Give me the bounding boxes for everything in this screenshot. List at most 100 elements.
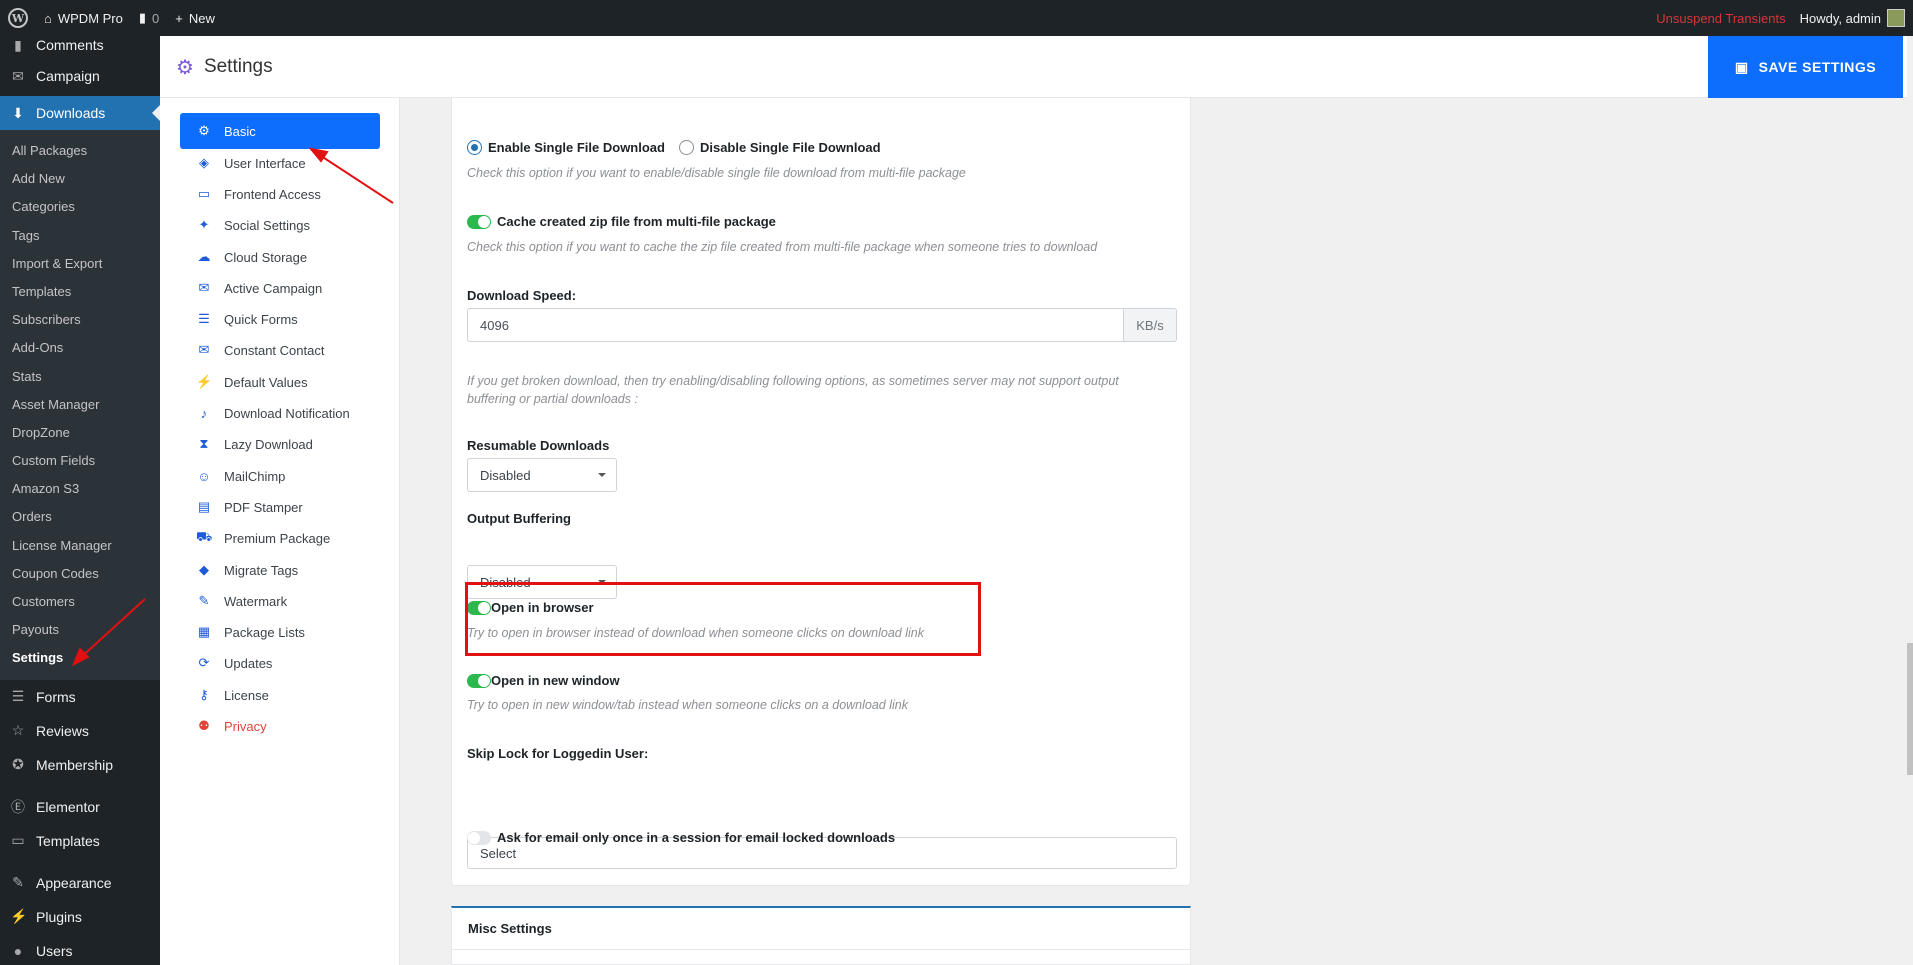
submenu-item-custom-fields[interactable]: Custom Fields: [0, 447, 160, 475]
submenu-item-amazon-s3[interactable]: Amazon S3: [0, 475, 160, 503]
enable-single-file-radio[interactable]: [467, 140, 482, 155]
settings-tab-label: Download Notification: [224, 405, 350, 421]
submenu-item-templates[interactable]: Templates: [0, 278, 160, 306]
badge-icon: ✪: [12, 756, 24, 773]
menu-comments[interactable]: ▮ Comments: [0, 36, 160, 56]
submenu-item-customers[interactable]: Customers: [0, 588, 160, 616]
menu-forms[interactable]: ☰ Forms: [0, 680, 160, 714]
save-settings-button[interactable]: ▣ SAVE SETTINGS: [1708, 36, 1903, 98]
cache-zip-toggle[interactable]: [467, 214, 491, 229]
download-icon: ⬇: [12, 104, 24, 121]
home-icon: ⌂: [44, 10, 52, 26]
page-title: Settings: [203, 56, 273, 77]
elementor-icon: Ⓔ: [11, 798, 25, 815]
disable-single-file-radio[interactable]: [678, 140, 694, 155]
folder-icon: ▭: [11, 832, 25, 849]
menu-elementor[interactable]: Ⓔ Elementor: [0, 790, 160, 824]
key-icon: ⚷: [199, 687, 209, 702]
new-content-link[interactable]: + New: [175, 11, 215, 26]
submenu-item-orders[interactable]: Orders: [0, 503, 160, 531]
open-new-window-toggle[interactable]: [467, 673, 491, 688]
settings-tab-constant-contact[interactable]: ✉ Constant Contact: [180, 332, 380, 368]
submenu-item-dropzone[interactable]: DropZone: [0, 419, 160, 447]
settings-tab-basic[interactable]: ⚙ Basic: [180, 113, 380, 149]
pen-icon: ✎: [198, 593, 210, 608]
submenu-item-add-ons[interactable]: Add-Ons: [0, 334, 160, 362]
menu-templates[interactable]: ▭ Templates: [0, 824, 160, 858]
submenu-item-all-packages[interactable]: All Packages: [0, 137, 160, 165]
menu-reviews[interactable]: ☆ Reviews: [0, 714, 160, 748]
broken-download-hint: If you get broken download, then try ena…: [467, 374, 1119, 406]
cache-zip-hint: Check this option if you want to cache t…: [467, 240, 1098, 254]
forms-icon: ☰: [11, 688, 25, 705]
submenu-item-license-manager[interactable]: License Manager: [0, 532, 160, 560]
settings-tab-label: MailChimp: [224, 468, 286, 484]
account-menu[interactable]: Howdy, admin: [1800, 9, 1905, 27]
single-file-hint: Check this option if you want to enable/…: [467, 166, 966, 180]
settings-tab-updates[interactable]: ⟳ Updates: [180, 645, 380, 681]
submenu-item-categories[interactable]: Categories: [0, 193, 160, 221]
misc-settings-panel: Misc Settings: [451, 906, 1191, 965]
settings-tab-privacy[interactable]: ⚉ Privacy: [180, 708, 380, 744]
submenu-item-subscribers[interactable]: Subscribers: [0, 306, 160, 334]
page-scrollbar[interactable]: [1907, 36, 1913, 965]
download-speed-unit: KB/s: [1124, 308, 1177, 342]
submenu-item-asset-manager[interactable]: Asset Manager: [0, 391, 160, 419]
hourglass-icon: ⧗: [199, 436, 209, 451]
unsuspend-transients-link[interactable]: Unsuspend Transients: [1656, 11, 1785, 26]
settings-tab-social-settings[interactable]: ✦ Social Settings: [180, 207, 380, 243]
submenu-item-coupon-codes[interactable]: Coupon Codes: [0, 560, 160, 588]
skip-lock-label: Skip Lock for Loggedin User:: [467, 746, 649, 761]
open-new-window-hint: Try to open in new window/tab instead wh…: [467, 698, 908, 712]
cloud-icon: ☁: [197, 249, 211, 264]
settings-tab-premium-package[interactable]: ⛟ Premium Package: [180, 520, 380, 556]
settings-tab-label: Cloud Storage: [224, 249, 308, 265]
resumable-downloads-select[interactable]: Disabled: [467, 458, 617, 492]
email-once-toggle[interactable]: [467, 830, 491, 845]
list-icon: ☰: [198, 311, 210, 326]
submenu-item-tags[interactable]: Tags: [0, 222, 160, 250]
highlight-box: [465, 582, 981, 656]
gear-icon: ⚙: [198, 123, 210, 138]
submenu-item-add-new[interactable]: Add New: [0, 165, 160, 193]
menu-users[interactable]: ● Users: [0, 934, 160, 965]
bolt-icon: ⚡: [196, 374, 213, 389]
envelope-icon: ✉: [12, 67, 24, 84]
menu-campaign[interactable]: ✉ Campaign: [0, 56, 160, 96]
menu-separator: [0, 782, 160, 790]
menu-membership[interactable]: ✪ Membership: [0, 748, 160, 782]
settings-tab-label: Quick Forms: [224, 311, 298, 327]
pdf-icon: ▤: [197, 499, 211, 514]
chevron-down-icon: [598, 473, 606, 481]
settings-nav: ⚙ Basic ◈ User Interface ▭ Frontend Access ✦ So…: [160, 98, 400, 965]
scrollbar-thumb[interactable]: [1907, 643, 1913, 775]
comment-bubble-icon: ▮: [138, 10, 147, 25]
menu-downloads[interactable]: ⬇ Downloads: [0, 96, 160, 130]
settings-tab-label: Watermark: [224, 593, 288, 609]
site-name-link[interactable]: ⌂ WPDM Pro: [44, 11, 123, 26]
comment-icon: ▮: [14, 36, 22, 53]
settings-tab-label: Basic: [224, 123, 256, 139]
admin-menu: ▮ Comments ✉ Campaign ⬇ Downloads All Pa…: [0, 36, 160, 965]
menu-plugins[interactable]: ⚡ Plugins: [0, 900, 160, 934]
envelope-icon: ✉: [198, 342, 210, 357]
menu-appearance[interactable]: ✎ Appearance: [0, 866, 160, 900]
plug-icon: ⚡: [10, 908, 28, 925]
settings-tab-label: License: [224, 687, 269, 703]
mailchimp-icon: ☺: [197, 468, 211, 484]
submenu-item-payouts[interactable]: Payouts: [0, 616, 160, 644]
download-speed-input[interactable]: 4096: [467, 308, 1124, 342]
download-speed-label: Download Speed:: [467, 288, 577, 303]
submenu-item-settings[interactable]: Settings: [0, 644, 160, 672]
envelope-icon: ✉: [198, 280, 210, 295]
settings-tab-label: Updates: [224, 655, 273, 671]
email-once-row: Ask for email only once in a session for…: [467, 830, 895, 845]
settings-tab-lazy-download[interactable]: ⧗ Lazy Download: [180, 426, 380, 462]
submenu-item-stats[interactable]: Stats: [0, 363, 160, 391]
wordpress-logo-icon[interactable]: W: [8, 8, 28, 28]
comments-link[interactable]: ▮ 0: [139, 10, 159, 26]
submenu-item-import-export[interactable]: Import & Export: [0, 250, 160, 278]
single-file-radio-group: Enable Single File Download Disable Sing…: [467, 140, 881, 155]
misc-settings-title[interactable]: Misc Settings: [452, 908, 1190, 950]
disable-single-file-label: Disable Single File Download: [699, 140, 881, 155]
